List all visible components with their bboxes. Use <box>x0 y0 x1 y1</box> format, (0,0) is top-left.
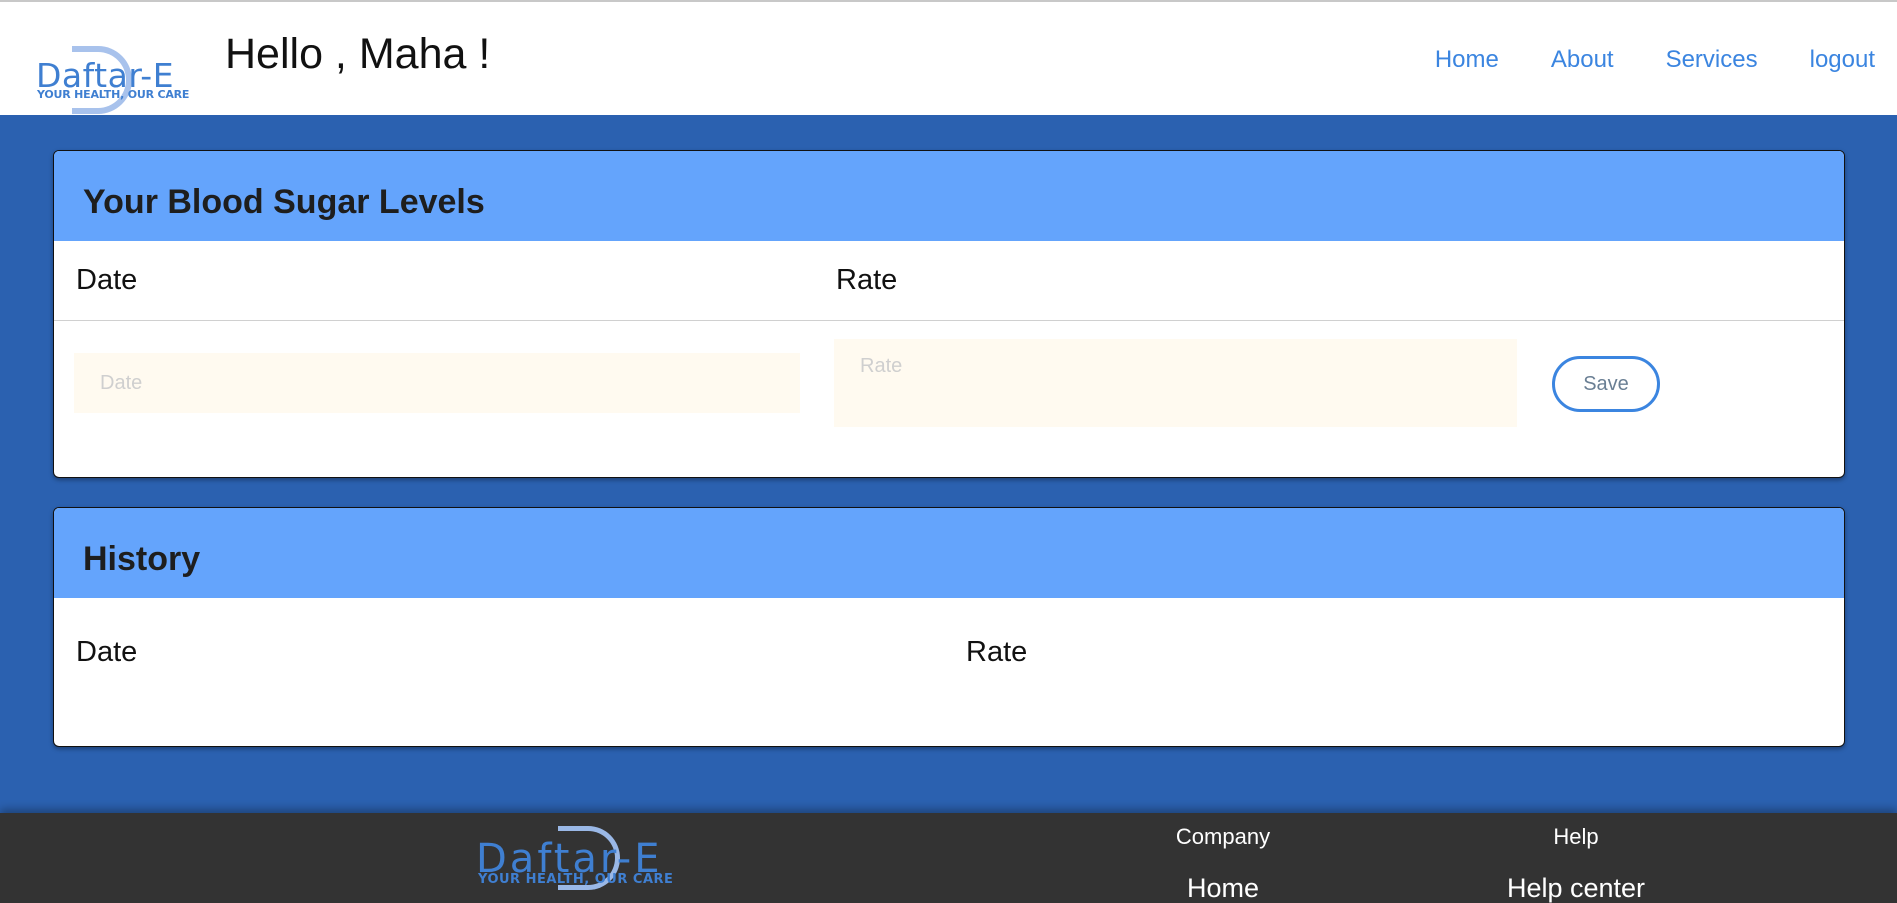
history-rate-column-header: Rate <box>966 636 1028 668</box>
main-nav: Home About Services logout <box>1435 46 1875 74</box>
greeting-title: Hello , Maha ! <box>225 30 491 78</box>
table-divider <box>54 320 1844 321</box>
save-button[interactable]: Save <box>1552 356 1660 412</box>
site-footer: Daftar-E YOUR HEALTH, OUR CARE Company H… <box>0 813 1897 903</box>
nav-link-logout[interactable]: logout <box>1810 46 1875 74</box>
rate-input[interactable] <box>834 339 1517 427</box>
footer-company-heading: Company <box>1175 824 1271 849</box>
nav-link-home[interactable]: Home <box>1435 46 1499 74</box>
history-card-title: History <box>83 540 201 578</box>
rate-column-header: Rate <box>836 264 898 296</box>
top-header: Daftar-E YOUR HEALTH, OUR CARE Hello , M… <box>0 0 1897 115</box>
logo-tagline: YOUR HEALTH, OUR CARE <box>37 88 190 101</box>
history-card: History Date Rate <box>53 507 1845 747</box>
nav-link-services[interactable]: Services <box>1666 46 1758 74</box>
footer-logo-tagline: YOUR HEALTH, OUR CARE <box>478 872 674 887</box>
brand-logo[interactable]: Daftar-E YOUR HEALTH, OUR CARE <box>34 46 189 120</box>
footer-help-heading: Help <box>1553 824 1599 849</box>
blood-sugar-card-header: Your Blood Sugar Levels <box>54 151 1844 241</box>
history-date-column-header: Date <box>76 636 138 668</box>
page: Daftar-E YOUR HEALTH, OUR CARE Hello , M… <box>0 0 1897 903</box>
date-column-header: Date <box>76 264 138 296</box>
footer-logo[interactable]: Daftar-E YOUR HEALTH, OUR CARE <box>476 826 726 898</box>
nav-link-about[interactable]: About <box>1551 46 1614 74</box>
blood-sugar-card-title: Your Blood Sugar Levels <box>83 183 485 221</box>
date-input[interactable] <box>74 353 800 413</box>
history-card-header: History <box>54 508 1844 598</box>
footer-link-home[interactable]: Home <box>1187 873 1259 903</box>
blood-sugar-card: Your Blood Sugar Levels Date Rate Save <box>53 150 1845 478</box>
footer-link-help-center[interactable]: Help center <box>1507 873 1645 903</box>
